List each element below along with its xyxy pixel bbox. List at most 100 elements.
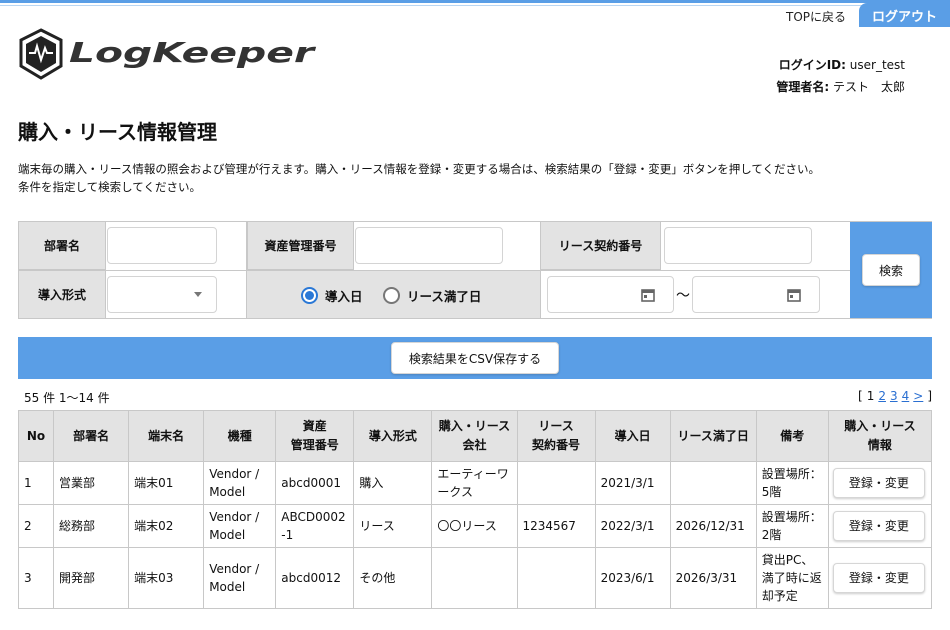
col-header: 備考: [755, 410, 829, 462]
radio-lease-label: リース満了日: [407, 289, 482, 304]
cell-action: 登録・変更: [827, 547, 933, 609]
top-accent-line: [0, 5, 950, 6]
description-line-2: 条件を指定して検索してください。: [18, 180, 201, 194]
cell-company: [431, 547, 518, 609]
search-panel: 部署名 資産管理番号 リース契約番号 導入形式 導入日 リース満了日 ～ 検索: [18, 221, 932, 319]
pager-next-link[interactable]: >: [913, 389, 923, 403]
chevron-down-icon: [194, 292, 202, 297]
result-count: 55 件 1〜14 件: [24, 391, 110, 405]
cell-no: 2: [17, 504, 55, 548]
cell-type: 購入: [353, 461, 433, 505]
login-id-value: user_test: [849, 58, 905, 72]
lease-contract-input[interactable]: [664, 227, 812, 264]
type-select[interactable]: [107, 276, 217, 313]
radio-lease-expiry[interactable]: リース満了日: [383, 286, 481, 305]
calendar-icon[interactable]: [641, 288, 655, 302]
type-label: 導入形式: [19, 271, 106, 318]
pager-page-link[interactable]: 2: [878, 389, 886, 403]
col-header: 資産 管理番号: [275, 410, 355, 462]
asset-number-label: 資産管理番号: [247, 222, 354, 270]
col-header: 部署名: [53, 410, 130, 462]
lease-contract-label: リース契約番号: [540, 222, 661, 270]
col-header: 導入形式: [353, 410, 433, 462]
cell-expiry-date: [669, 461, 757, 505]
dept-input[interactable]: [107, 227, 217, 264]
cell-note: 設置場所：2階: [755, 504, 829, 548]
col-header: 端末名: [128, 410, 205, 462]
cell-company: 〇〇リース: [431, 504, 518, 548]
asset-number-input[interactable]: [355, 227, 503, 264]
cell-terminal: 端末02: [128, 504, 205, 548]
cell-no: 1: [17, 461, 55, 505]
cell-intro-date: 2023/6/1: [594, 547, 671, 609]
cell-company: エーティーワークス: [431, 461, 518, 505]
cell-intro-date: 2022/3/1: [594, 504, 671, 548]
top-accent-bar: [0, 0, 950, 3]
cell-note: 設置場所：5階: [755, 461, 829, 505]
pager-current-page: 1: [866, 389, 875, 403]
col-header: 購入・リース 会社: [431, 410, 518, 462]
search-button[interactable]: 検索: [862, 254, 920, 286]
csv-save-button[interactable]: 検索結果をCSV保存する: [391, 342, 559, 374]
pagination: [ 1 2 3 4 > ]: [858, 389, 932, 403]
date-to-input[interactable]: [692, 276, 820, 313]
cell-lease-no: [516, 547, 596, 609]
date-range-tilde: ～: [676, 288, 690, 304]
search-col-divider: [540, 222, 541, 318]
table-row: 3 開発部 端末03 Vendor / Model abcd0012 その他 2…: [17, 547, 933, 609]
cell-action: 登録・変更: [827, 504, 933, 548]
date-from-input[interactable]: [547, 276, 674, 313]
cell-no: 3: [17, 547, 55, 609]
register-edit-button[interactable]: 登録・変更: [832, 563, 925, 593]
cell-expiry-date: 2026/3/31: [669, 547, 757, 609]
cell-type: その他: [353, 547, 433, 609]
col-header: 購入・リース 情報: [827, 410, 933, 462]
cell-lease-no: 1234567: [516, 504, 596, 548]
admin-name-value: テスト 太郎: [832, 80, 905, 94]
table-header-row: No 部署名 端末名 機種 資産 管理番号 導入形式 購入・リース 会社 リース…: [17, 410, 933, 462]
pager-page-link[interactable]: 3: [890, 389, 898, 403]
cell-asset: abcd0012: [275, 547, 355, 609]
pager-page-link[interactable]: 4: [902, 389, 910, 403]
csv-bar: 検索結果をCSV保存する: [18, 337, 932, 379]
cell-note: 貸出PC、満了時に返却予定: [755, 547, 829, 609]
table-row: 1 営業部 端末01 Vendor / Model abcd0001 購入 エー…: [17, 461, 933, 505]
register-edit-button[interactable]: 登録・変更: [832, 511, 925, 541]
search-button-area: 検索: [850, 222, 932, 318]
cell-dept: 営業部: [53, 461, 130, 505]
admin-name-label: 管理者名:: [776, 80, 830, 94]
cell-model: Vendor / Model: [203, 461, 277, 505]
cell-action: 登録・変更: [827, 461, 933, 505]
logout-button[interactable]: ログアウト: [859, 3, 950, 27]
calendar-icon[interactable]: [787, 288, 801, 302]
pager-bracket: ]: [927, 389, 932, 403]
logo-wordmark: LogKeeper: [69, 36, 317, 69]
radio-unchecked-icon: [383, 287, 400, 304]
cell-intro-date: 2021/3/1: [594, 461, 671, 505]
col-header: 機種: [203, 410, 277, 462]
col-header: 導入日: [594, 410, 671, 462]
register-edit-button[interactable]: 登録・変更: [832, 468, 925, 498]
cell-model: Vendor / Model: [203, 547, 277, 609]
login-id-label: ログインID:: [778, 58, 846, 72]
login-info: ログインID: user_test 管理者名: テスト 太郎: [776, 54, 905, 98]
results-table: No 部署名 端末名 機種 資産 管理番号 導入形式 購入・リース 会社 リース…: [17, 410, 933, 609]
radio-intro-date[interactable]: 導入日: [301, 286, 363, 305]
cell-asset: ABCD0002-1: [275, 504, 355, 548]
cell-lease-no: [516, 461, 596, 505]
cell-expiry-date: 2026/12/31: [669, 504, 757, 548]
radio-checked-icon: [301, 287, 318, 304]
cell-terminal: 端末03: [128, 547, 205, 609]
description-line-1: 端末毎の購入・リース情報の照会および管理が行えます。購入・リース情報を登録・変更…: [18, 162, 821, 176]
page-title: 購入・リース情報管理: [18, 120, 217, 144]
cell-model: Vendor / Model: [203, 504, 277, 548]
dept-label: 部署名: [19, 222, 106, 270]
cell-dept: 総務部: [53, 504, 130, 548]
top-link[interactable]: TOPに戻る: [786, 8, 846, 25]
radio-intro-label: 導入日: [325, 289, 363, 304]
logkeeper-logo: LogKeeper: [19, 28, 317, 80]
col-header: リース 契約番号: [516, 410, 596, 462]
page-description: 端末毎の購入・リース情報の照会および管理が行えます。購入・リース情報を登録・変更…: [18, 160, 928, 196]
cell-type: リース: [353, 504, 433, 548]
table-row: 2 総務部 端末02 Vendor / Model ABCD0002-1 リース…: [17, 504, 933, 548]
